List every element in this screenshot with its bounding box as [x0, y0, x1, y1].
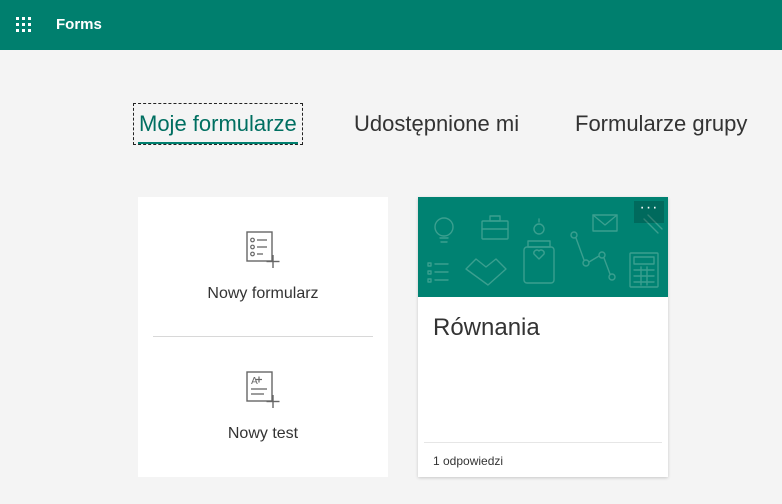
tab-shared-with-me[interactable]: Udostępnione mi — [354, 108, 519, 140]
new-quiz-button[interactable]: A Nowy test — [138, 337, 388, 477]
new-quiz-icon: A — [246, 371, 280, 408]
form-card[interactable]: ··· Równania 1 odpowiedzi — [418, 197, 668, 477]
waffle-icon[interactable] — [16, 17, 32, 33]
new-form-label: Nowy formularz — [207, 285, 319, 302]
tab-group-forms[interactable]: Formularze grupy — [575, 108, 747, 140]
svg-text:A: A — [251, 376, 258, 387]
new-quiz-label: Nowy test — [227, 425, 299, 442]
form-title: Równania — [433, 314, 540, 341]
responses-count: 1 odpowiedzi — [433, 454, 504, 468]
app-title[interactable]: Forms — [56, 15, 102, 35]
tab-my-forms[interactable]: Moje formularze — [133, 103, 303, 145]
new-form-icon — [246, 231, 280, 268]
more-options-icon[interactable]: ··· — [634, 200, 664, 223]
card-separator — [424, 442, 662, 443]
new-form-button[interactable]: Nowy formularz — [138, 197, 388, 337]
top-bar: Forms — [0, 0, 782, 50]
form-banner: ··· — [418, 197, 668, 297]
banner-pattern-icon — [427, 214, 663, 288]
new-card: Nowy formularz A Nowy test — [138, 197, 388, 477]
